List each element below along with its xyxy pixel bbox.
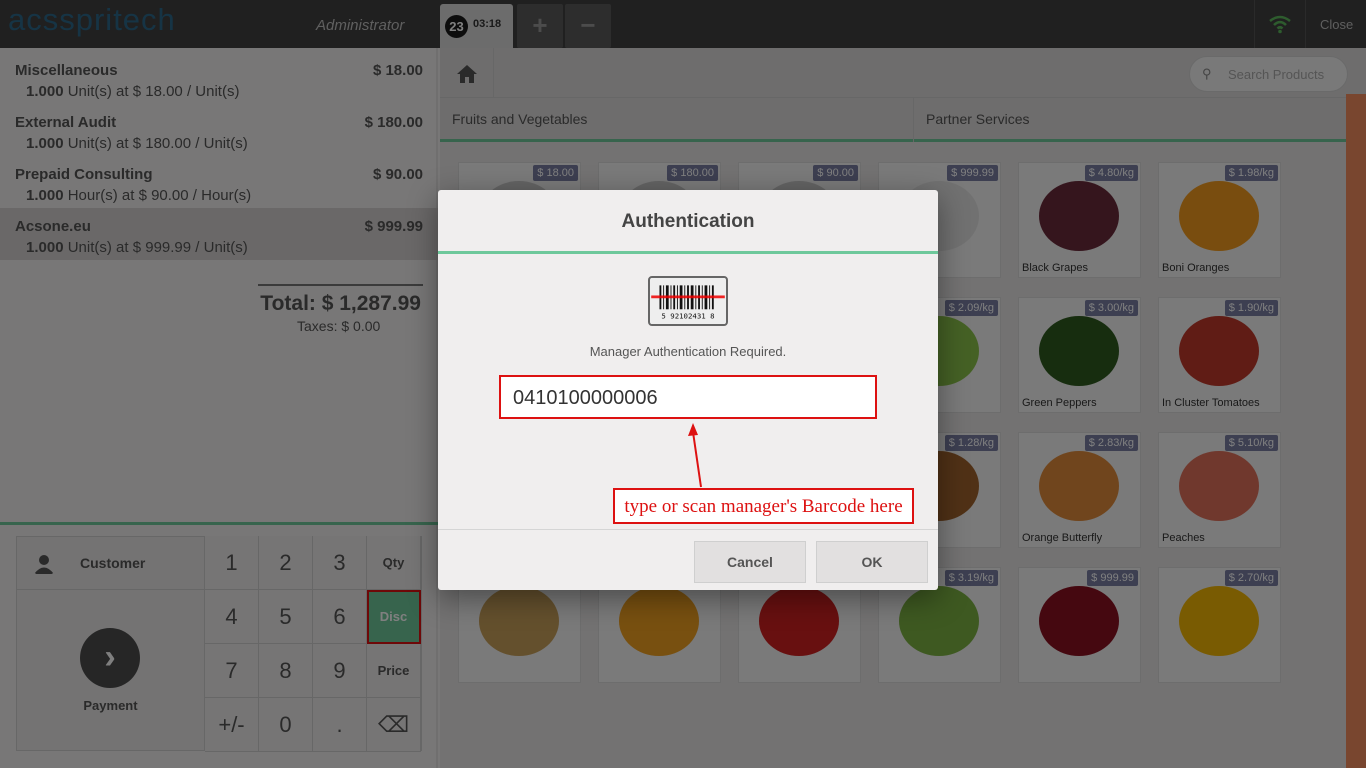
authentication-dialog: Authentication 5 92102431 8 Manager Auth… xyxy=(438,190,938,590)
barcode-digits: 5 92102431 8 xyxy=(661,311,714,320)
ok-button[interactable]: OK xyxy=(816,541,928,583)
dialog-title: Authentication xyxy=(438,190,938,254)
barcode-input[interactable]: 0410100000006 xyxy=(499,375,877,419)
cancel-button[interactable]: Cancel xyxy=(694,541,806,583)
annotation-callout: type or scan manager's Barcode here xyxy=(613,488,914,524)
auth-message: Manager Authentication Required. xyxy=(589,344,787,359)
barcode-icon: 5 92102431 8 xyxy=(648,276,728,326)
